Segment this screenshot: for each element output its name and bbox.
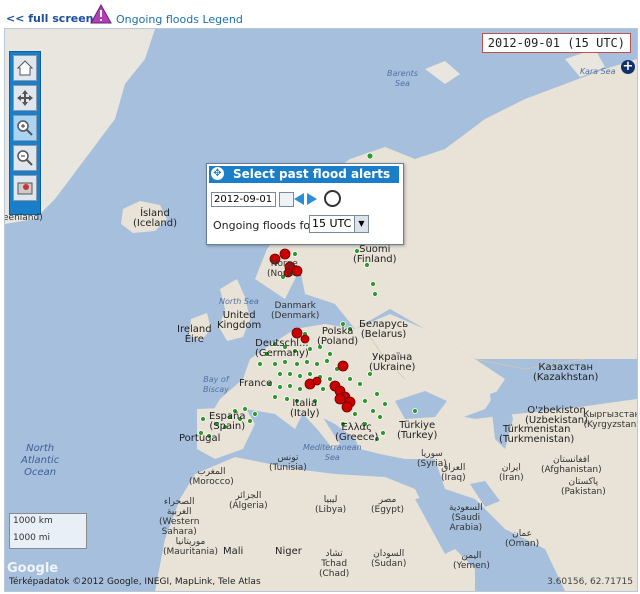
map-label-mediterranean: Mediterranean Sea	[303, 443, 362, 462]
map-label-western-sahara: الصحراء الغربية (Western Sahara)	[159, 497, 200, 537]
map-label-spain: España (Spain)	[209, 411, 246, 432]
map-view[interactable]: 2012-09-01 (15 UTC) + eenland) Ísland (I…	[4, 28, 638, 592]
map-label-suomi: Suomi (Finland)	[353, 244, 397, 265]
map-toolbar	[9, 51, 41, 215]
map-label-iceland: Ísland (Iceland)	[133, 208, 177, 229]
next-date-icon[interactable]	[307, 193, 317, 205]
map-label-iraq: العراق (Iraq)	[441, 463, 466, 483]
map-label-greenland: eenland)	[4, 213, 43, 223]
map-label-egypt: مصر (Egypt)	[371, 495, 404, 515]
map-label-saudi: السعودية (Saudi Arabia)	[449, 503, 483, 533]
move-icon	[17, 90, 33, 106]
map-label-ireland: Ireland Éire	[177, 324, 212, 345]
map-label-north-sea: North Sea	[219, 297, 259, 306]
zoom-plus-button[interactable]: +	[621, 60, 635, 74]
calendar-icon[interactable]	[279, 192, 294, 207]
map-label-portugal: Portugal	[179, 433, 221, 444]
past-alerts-panel: ✥ Select past flood alerts 2012-09-01 On…	[206, 163, 404, 245]
top-bar: << full screen Ongoing floods Legend	[0, 0, 640, 28]
panel-header[interactable]: ✥ Select past flood alerts	[209, 166, 399, 183]
map-label-mauritania: موريتانيا (Mauritania)	[163, 537, 218, 557]
map-label-bay-biscay: Bay of Biscay	[203, 375, 229, 394]
home-button[interactable]	[13, 55, 37, 81]
map-label-uzbekistan: O'zbekiston (Uzbekistan)	[525, 405, 589, 426]
legend-link[interactable]: Ongoing floods Legend	[116, 13, 243, 26]
map-label-danmark: Danmark (Denmark)	[271, 301, 320, 321]
map-pin-icon	[17, 182, 33, 195]
map-label-uk: United Kingdom	[217, 310, 262, 331]
warning-icon[interactable]	[90, 4, 112, 24]
map-label-afghanistan: افغانستان (Afghanistan)	[541, 455, 602, 475]
map-label-yemen: اليمن (Yemen)	[453, 551, 490, 571]
current-date-display: 2012-09-01 (15 UTC)	[481, 33, 631, 53]
move-icon[interactable]: ✥	[211, 167, 224, 180]
ongoing-floods-label: Ongoing floods for	[213, 219, 315, 232]
clock-icon[interactable]	[324, 190, 341, 207]
map-label-italy: Italia (Italy)	[290, 398, 320, 419]
zoom-in-button[interactable]	[13, 115, 37, 141]
zoom-out-button[interactable]	[13, 145, 37, 171]
panel-title: Select past flood alerts	[233, 167, 391, 181]
fullscreen-link[interactable]: << full screen	[6, 12, 94, 25]
map-label-polska: Polska (Poland)	[317, 326, 359, 347]
map-label-pakistan: پاکستان (Pakistan)	[561, 477, 606, 497]
map-info-button[interactable]	[13, 175, 37, 201]
scale-km: 1000 km	[13, 516, 53, 526]
map-label-niger: Niger	[275, 546, 302, 557]
utc-select-value: 15 UTC	[312, 217, 352, 230]
map-label-kazakhstan: Казахстан (Kazakhstan)	[533, 362, 599, 383]
map-label-iran: ایران (Iran)	[499, 463, 524, 483]
map-label-turkmenistan: Türkmenistan (Turkmenistan)	[499, 424, 575, 445]
map-label-norge: Norge (Norw...	[267, 259, 302, 279]
coordinates-readout: 3.60156, 62.71715	[547, 577, 633, 587]
map-label-chad: تشاد Tchad (Chad)	[319, 549, 350, 579]
map-label-belarus: Беларусь (Belarus)	[359, 319, 409, 340]
chevron-down-icon: ▼	[354, 216, 368, 232]
map-label-algeria: الجزائر (Algeria)	[229, 491, 268, 511]
map-label-ukraine: Україна (Ukraine)	[369, 352, 416, 373]
pan-button[interactable]	[13, 85, 37, 111]
map-label-kyrgyzstan: Кыргызстан (Kyrgyzstan)	[583, 410, 638, 430]
map-label-germany: Deutschl... (Germany)	[255, 338, 309, 359]
map-scale: 1000 km 1000 mi	[9, 513, 87, 549]
zoom-out-icon	[17, 150, 33, 166]
map-label-atlantic: North Atlantic Ocean	[21, 443, 60, 478]
home-icon	[16, 60, 34, 76]
map-label-greece: Ελλάς (Greece)	[335, 422, 379, 443]
zoom-in-icon	[17, 120, 33, 136]
map-label-sudan: السودان (Sudan)	[371, 549, 407, 569]
date-input[interactable]: 2012-09-01	[211, 192, 276, 207]
map-label-mali: Mali	[223, 546, 244, 557]
map-label-kara: Kara Sea	[580, 67, 616, 76]
map-label-morocco: المغرب (Morocco)	[189, 467, 234, 487]
scale-mi: 1000 mi	[13, 533, 51, 543]
map-attribution: Térképadatok ©2012 Google, INEGI, MapLin…	[9, 577, 261, 587]
map-label-oman: عمان (Oman)	[505, 529, 540, 549]
legend-control[interactable]: Ongoing floods Legend	[90, 3, 243, 26]
map-label-turkey: Türkiye (Turkey)	[397, 420, 438, 441]
google-logo[interactable]: Google	[7, 561, 58, 576]
map-label-barents: Barents Sea	[387, 69, 418, 88]
utc-select[interactable]: 15 UTC ▼	[309, 215, 369, 233]
map-label-tunisia: تونس (Tunisia)	[269, 453, 307, 473]
map-label-france: France	[239, 378, 273, 389]
map-label-libya: ليبيا (Libya)	[315, 495, 347, 515]
prev-date-icon[interactable]	[294, 193, 304, 205]
